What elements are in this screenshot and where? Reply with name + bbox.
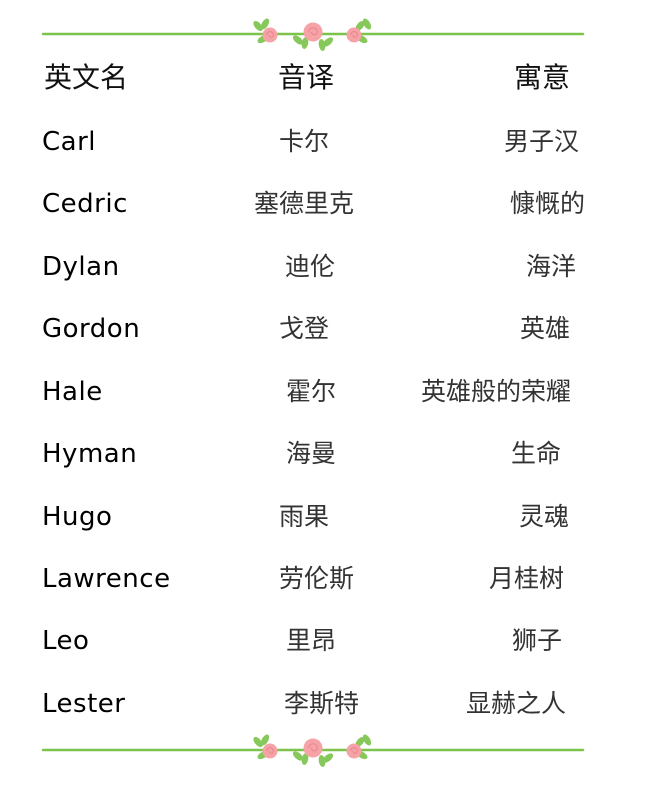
- meaning: 生命: [511, 439, 562, 468]
- rose-icon: [346, 743, 362, 759]
- rose-cluster: [253, 734, 372, 767]
- english-name: Gordon: [42, 314, 141, 344]
- table-row: Hale 霍尔 英雄般的荣耀: [0, 372, 651, 412]
- rose-icon: [346, 27, 362, 43]
- rose-icon: [303, 738, 323, 758]
- table-row: Gordon 戈登 英雄: [0, 309, 651, 349]
- english-name: Carl: [42, 127, 96, 157]
- table-row: Cedric 塞德里克 慷慨的: [0, 184, 651, 224]
- table-row: Lester 李斯特 显赫之人: [0, 684, 651, 724]
- header-transliteration: 音译: [278, 61, 335, 94]
- transliteration: 霍尔: [286, 377, 337, 406]
- english-name: Lawrence: [42, 564, 171, 594]
- english-name: Hyman: [42, 439, 138, 469]
- transliteration: 海曼: [286, 439, 337, 468]
- meaning: 海洋: [526, 252, 577, 281]
- transliteration: 李斯特: [284, 689, 360, 718]
- english-name: Dylan: [42, 252, 120, 282]
- table-row: Hyman 海曼 生命: [0, 434, 651, 474]
- floral-divider-bottom: [0, 728, 651, 768]
- rose-icon: [262, 743, 278, 759]
- transliteration: 里昂: [286, 626, 337, 655]
- transliteration: 卡尔: [279, 127, 330, 156]
- rose-icon: [303, 22, 323, 42]
- english-name: Cedric: [42, 189, 128, 219]
- transliteration: 戈登: [279, 314, 330, 343]
- rose-cluster: [253, 18, 372, 51]
- english-name: Hugo: [42, 502, 113, 532]
- floral-divider-top: [0, 12, 651, 52]
- rose-icon: [262, 27, 278, 43]
- meaning: 慷慨的: [510, 189, 586, 218]
- header-english-name: 英文名: [44, 61, 129, 94]
- meaning: 英雄: [520, 314, 571, 343]
- transliteration: 迪伦: [285, 252, 336, 281]
- english-name: Hale: [42, 377, 103, 407]
- table-row: Dylan 迪伦 海洋: [0, 247, 651, 287]
- transliteration: 劳伦斯: [279, 564, 355, 593]
- leaf-icon: [318, 39, 326, 51]
- table-row: Carl 卡尔 男子汉: [0, 122, 651, 162]
- transliteration: 雨果: [279, 502, 330, 531]
- leaf-icon: [318, 755, 326, 767]
- table-row: Hugo 雨果 灵魂: [0, 497, 651, 537]
- table-row: Leo 里昂 狮子: [0, 621, 651, 661]
- table-row: Lawrence 劳伦斯 月桂树: [0, 559, 651, 599]
- meaning: 男子汉: [504, 127, 580, 156]
- meaning: 灵魂: [519, 502, 570, 531]
- meaning: 月桂树: [489, 564, 565, 593]
- meaning: 狮子: [512, 626, 563, 655]
- meaning: 显赫之人: [466, 689, 567, 718]
- meaning: 英雄般的荣耀: [421, 377, 572, 406]
- header-meaning: 寓意: [514, 61, 571, 94]
- english-name: Leo: [42, 626, 90, 656]
- english-name: Lester: [42, 689, 126, 719]
- table-header: 英文名 音译 寓意: [0, 58, 651, 98]
- transliteration: 塞德里克: [254, 189, 355, 218]
